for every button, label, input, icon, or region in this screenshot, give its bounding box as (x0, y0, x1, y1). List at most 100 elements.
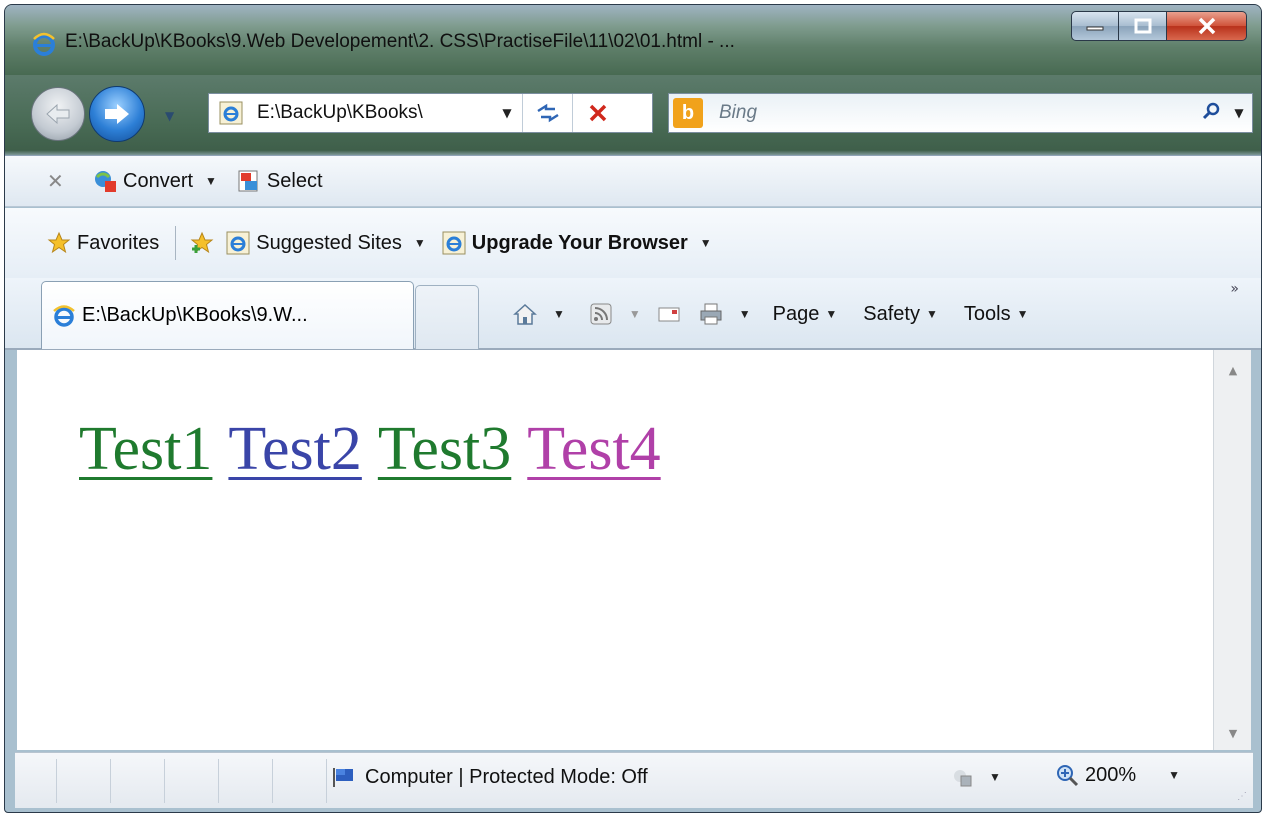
protected-mode-dropdown-icon: ▼ (989, 770, 1001, 784)
convert-toolbar: ✕ Convert ▼ Select (5, 155, 1261, 207)
link-test3[interactable]: Test3 (378, 418, 511, 480)
safety-dropdown-icon: ▼ (925, 307, 938, 321)
close-icon (1198, 17, 1215, 35)
page-content: Test1 Test2 Test3 Test4 (17, 350, 1213, 750)
more-commands-chevron-icon[interactable]: » (1230, 281, 1239, 297)
rss-feed-icon (590, 303, 612, 325)
print-button[interactable]: ▼ (699, 302, 751, 326)
tools-menu-label: Tools (963, 302, 1011, 325)
upgrade-browser-button[interactable]: Upgrade Your Browser ▼ (442, 231, 712, 255)
stop-button[interactable] (572, 94, 622, 132)
toolbar-separator (175, 226, 177, 260)
feeds-dropdown-icon[interactable]: ▼ (629, 307, 641, 321)
status-bar: Computer | Protected Mode: Off ▼ 200% ▼ … (15, 752, 1253, 808)
tools-dropdown-icon: ▼ (1016, 307, 1029, 321)
tab-title: E:\BackUp\KBooks\9.W... (82, 304, 308, 326)
security-zone[interactable]: Computer | Protected Mode: Off (331, 765, 648, 789)
back-button[interactable] (31, 87, 85, 141)
safety-menu[interactable]: Safety ▼ (863, 303, 938, 326)
page-menu-label: Page (772, 302, 820, 325)
select-label: Select (266, 169, 323, 192)
ie-logo-icon (33, 32, 55, 56)
title-bar: E:\BackUp\KBooks\9.Web Developement\2. C… (5, 5, 1261, 75)
link-test2[interactable]: Test2 (228, 418, 361, 480)
link-test4[interactable]: Test4 (527, 418, 660, 480)
convert-button[interactable]: Convert ▼ (93, 169, 217, 193)
refresh-button[interactable] (522, 94, 572, 132)
suggested-sites-dropdown-icon[interactable]: ▼ (414, 236, 426, 250)
close-button[interactable] (1167, 11, 1247, 41)
resize-grip-icon[interactable]: ⋰ (1237, 791, 1247, 802)
status-cell (273, 759, 327, 803)
page-menu[interactable]: Page ▼ (773, 303, 838, 326)
add-to-favorites-button[interactable] (190, 231, 214, 255)
window-title: E:\BackUp\KBooks\9.Web Developement\2. C… (65, 31, 735, 52)
home-dropdown-icon[interactable]: ▼ (553, 307, 565, 321)
refresh-icon (536, 103, 559, 123)
magnifier-icon (1202, 102, 1220, 119)
upgrade-ie-icon (442, 231, 466, 255)
home-icon (513, 303, 537, 325)
bing-logo-icon: b (673, 98, 703, 128)
select-button[interactable]: Select (237, 169, 323, 193)
maximize-button[interactable] (1119, 11, 1167, 41)
search-box[interactable]: b Bing ▼ (668, 93, 1253, 133)
convert-dropdown-icon[interactable]: ▼ (205, 174, 217, 188)
navigation-bar: ▼ E:\BackUp\KBooks\ ▼ b Bing ▼ (5, 85, 1261, 145)
page-dropdown-icon: ▼ (825, 307, 838, 321)
zoom-icon (1057, 765, 1079, 787)
back-arrow-icon (46, 103, 70, 125)
status-cell (111, 759, 165, 803)
search-icon[interactable] (1196, 101, 1226, 126)
address-input[interactable]: E:\BackUp\KBooks\ (257, 102, 492, 124)
tab-current-page[interactable]: E:\BackUp\KBooks\9.W... (41, 281, 414, 349)
command-items: ▼ ▼ ▼ Page ▼ Safety ▼ Tools ▼ (513, 278, 1028, 350)
suggested-sites-label: Suggested Sites (256, 231, 402, 254)
favorites-star-icon (47, 231, 71, 254)
new-tab-button[interactable] (415, 285, 479, 349)
protected-mode-button[interactable]: ▼ (951, 765, 1001, 789)
forward-arrow-icon (105, 104, 129, 124)
link-list: Test1 Test2 Test3 Test4 (79, 418, 661, 480)
scroll-down-arrow-icon[interactable]: ▼ (1214, 727, 1252, 740)
address-dropdown-icon[interactable]: ▼ (492, 106, 522, 120)
computer-zone-icon (333, 768, 353, 787)
suggested-sites-ie-icon (226, 231, 250, 255)
history-dropdown-icon[interactable]: ▼ (165, 109, 174, 123)
address-bar[interactable]: E:\BackUp\KBooks\ ▼ (208, 93, 653, 133)
favorites-bar: Favorites Suggested Sites ▼ Upgrade Your… (5, 208, 1261, 278)
print-icon (700, 303, 722, 325)
feeds-button[interactable]: ▼ (589, 302, 641, 326)
browser-window: E:\BackUp\KBooks\9.Web Developement\2. C… (4, 4, 1262, 813)
minimize-button[interactable] (1071, 11, 1119, 41)
upgrade-label: Upgrade Your Browser (471, 231, 688, 254)
upgrade-dropdown-icon[interactable]: ▼ (700, 236, 712, 250)
security-zone-label: Computer | Protected Mode: Off (365, 765, 648, 788)
link-test1[interactable]: Test1 (79, 418, 212, 480)
print-dropdown-icon[interactable]: ▼ (739, 307, 751, 321)
search-input[interactable]: Bing (719, 102, 1196, 124)
favorites-label: Favorites (77, 231, 160, 254)
read-mail-button[interactable] (657, 302, 681, 326)
suggested-sites-button[interactable]: Suggested Sites ▼ (226, 231, 426, 255)
scroll-up-arrow-icon[interactable]: ▲ (1214, 364, 1252, 377)
status-cell (15, 759, 57, 803)
zoom-control[interactable]: 200% ▼ (1055, 763, 1180, 787)
tab-ie-icon (53, 304, 75, 327)
protected-mode-icon (954, 770, 972, 787)
favorites-button[interactable]: Favorites (47, 231, 159, 255)
vertical-scrollbar[interactable]: ▲ ▼ (1213, 350, 1251, 750)
minimize-icon (1086, 26, 1104, 31)
status-cell (165, 759, 219, 803)
forward-button[interactable] (89, 86, 145, 142)
safety-menu-label: Safety (863, 302, 920, 325)
add-favorites-icon (190, 231, 214, 254)
zoom-dropdown-icon: ▼ (1168, 768, 1181, 782)
page-ie-icon (219, 101, 243, 125)
select-pdf-icon (238, 170, 258, 192)
maximize-icon (1134, 18, 1151, 34)
tools-menu[interactable]: Tools ▼ (964, 303, 1029, 326)
search-dropdown-icon[interactable]: ▼ (1226, 106, 1252, 120)
home-button[interactable]: ▼ (513, 302, 565, 326)
close-toolbar-icon[interactable]: ✕ (47, 169, 71, 194)
